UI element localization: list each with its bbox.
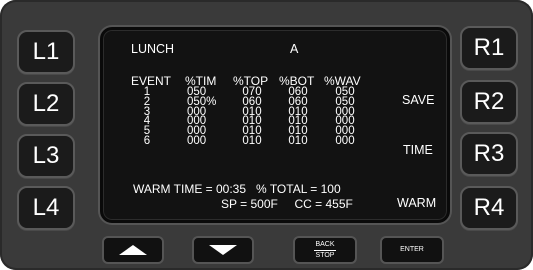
enter-label: ENTER: [400, 246, 424, 253]
up-arrow-button[interactable]: [102, 236, 164, 264]
bot-cell: 010: [288, 134, 308, 147]
warm-time-line: WARM TIME = 00:35 % TOTAL = 100: [133, 182, 341, 196]
divider: [314, 249, 336, 251]
r1-button[interactable]: R1: [460, 26, 518, 70]
r2-button[interactable]: R2: [460, 80, 518, 124]
time-label: TIME: [403, 143, 433, 157]
r3-button[interactable]: R3: [460, 132, 518, 176]
wav-column: 050 050 000 000 000 000: [328, 86, 362, 147]
control-panel: L1 L2 L3 L4 R1 R2 R3 R4 LUNCH A EVENT %T…: [0, 0, 533, 270]
save-label: SAVE: [402, 93, 435, 107]
down-arrow-button[interactable]: [192, 236, 254, 264]
display-screen: LUNCH A EVENT %TIM %TOP %BOT %WAV 1 2 3 …: [100, 27, 450, 223]
bot-column: 060 060 010 010 010 010: [281, 86, 315, 147]
warm-label: WARM: [397, 196, 437, 210]
top-column: 070 060 010 010 010 010: [235, 86, 269, 147]
event-column: 1 2 3 4 5 6: [137, 86, 157, 147]
back-stop-button[interactable]: BACK STOP: [293, 236, 357, 264]
top-cell: 010: [242, 134, 262, 147]
tim-column: 050 050% 000 000 000 000: [183, 86, 223, 147]
up-arrow-icon: [119, 245, 147, 255]
tim-cell: 000: [187, 134, 207, 147]
l2-button[interactable]: L2: [17, 82, 75, 126]
setpoint-line: SP = 500F CC = 455F: [221, 197, 353, 211]
enter-button[interactable]: ENTER: [380, 236, 444, 264]
wav-cell: 000: [335, 134, 355, 147]
stop-label: STOP: [315, 251, 335, 259]
l3-button[interactable]: L3: [17, 134, 75, 178]
l1-button[interactable]: L1: [17, 30, 75, 74]
back-label: BACK: [315, 240, 335, 248]
back-stop-label: BACK STOP: [314, 241, 336, 260]
l4-button[interactable]: L4: [17, 186, 75, 230]
mode-title: LUNCH: [131, 42, 175, 56]
r4-button[interactable]: R4: [460, 186, 518, 230]
slot-label: A: [290, 42, 299, 56]
down-arrow-icon: [209, 245, 237, 255]
header-event: EVENT: [131, 74, 172, 88]
event-cell: 6: [143, 134, 151, 147]
